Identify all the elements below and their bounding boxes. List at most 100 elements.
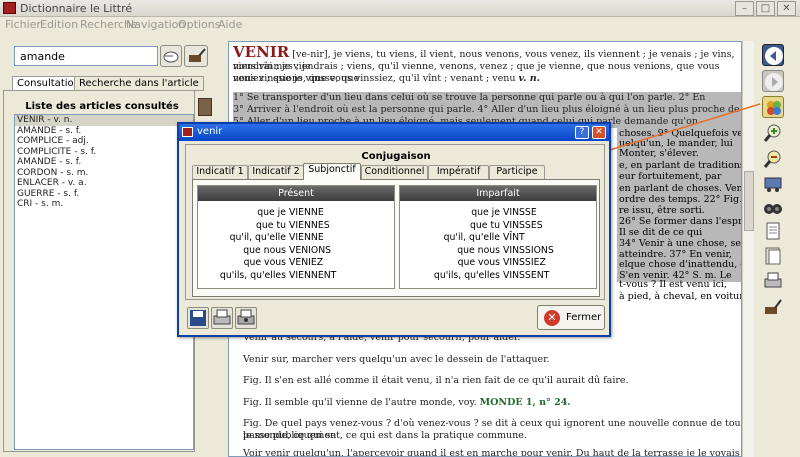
article-paragraph: Voir venir quelqu'un, l'apercevoir quand…	[243, 448, 740, 457]
conjugation-dialog: venir ? ✕ Conjugaison Indicatif 1 Indica…	[177, 122, 611, 337]
maximize-button[interactable]: □	[756, 1, 775, 16]
magnifier-plus-icon	[763, 124, 781, 142]
pronoun: qu'ils, qu'elles	[219, 269, 286, 281]
menu-fichier[interactable]: Fichier	[5, 18, 41, 31]
verb-form: VIENNE	[288, 232, 324, 243]
find-button[interactable]	[762, 196, 784, 218]
menu-navigation[interactable]: Navigation	[126, 18, 185, 31]
article-paragraph: Fig. Il semble qu'il vienne de l'autre m…	[243, 397, 477, 408]
pronoun: que tu	[255, 219, 286, 231]
search-input[interactable]: amande	[14, 46, 158, 66]
list-item[interactable]: AMANDE - s. f.	[15, 157, 193, 168]
article-paragraph: Fig. Il s'en est allé comme il était ven…	[243, 375, 629, 386]
verb-form: VIENNE	[288, 207, 324, 218]
print-preview-icon	[237, 309, 255, 325]
search-hand-button[interactable]	[160, 45, 182, 67]
zoom-in-button[interactable]	[762, 122, 784, 144]
scroll-thumb[interactable]	[744, 171, 754, 231]
list-item[interactable]: CORDON - s. m.	[15, 168, 193, 179]
tab-conditionnel[interactable]: Conditionnel	[361, 165, 428, 179]
conj-row: que tu VIENNES	[198, 220, 394, 233]
list-item[interactable]: VENIR - v. n.	[15, 115, 193, 126]
imparfait-table: Imparfait que je VINSSE que tu VINSSES q…	[399, 185, 597, 289]
save-button[interactable]	[187, 307, 209, 329]
menubar: Fichier Edition Recherche Navigation Opt…	[0, 17, 800, 33]
broom-icon	[189, 48, 206, 62]
article-line: t-vous ? Il est venu ici,	[619, 279, 728, 290]
print-preview-button[interactable]	[235, 307, 257, 329]
tab-imperatif[interactable]: Impératif	[428, 165, 489, 179]
cross-reference-link[interactable]: MONDE 1, n° 24.	[480, 397, 571, 408]
conj-row: que vous VINSSIEZ	[400, 257, 596, 270]
list-item[interactable]: COMPLICE - adj.	[15, 136, 193, 147]
pronoun: qu'il, qu'elle	[443, 232, 500, 243]
dialog-title: venir	[197, 126, 223, 137]
pronoun: que vous	[243, 257, 286, 268]
list-item[interactable]: COMPLICITE - s. f.	[15, 147, 193, 158]
forward-button[interactable]	[762, 70, 784, 92]
pronoun: que nous	[243, 244, 286, 256]
menu-edition[interactable]: Edition	[40, 18, 78, 31]
pages-icon	[765, 247, 781, 265]
article-paragraph: passe publiquement, ce qui est dans la p…	[243, 430, 527, 441]
verb-form: VENIONS	[288, 244, 332, 256]
dialog-close-button[interactable]: ✕	[592, 126, 606, 139]
cart-icon	[764, 177, 782, 192]
close-button[interactable]: ✕	[777, 1, 796, 16]
conj-row: que nous VENIONS	[198, 245, 394, 258]
consulted-articles-list[interactable]: VENIR - v. n. AMANDE - s. f. COMPLICE - …	[14, 114, 194, 450]
list-item[interactable]: ENLACER - v. a.	[15, 178, 193, 189]
tab-indicatif-1[interactable]: Indicatif 1	[192, 165, 248, 179]
menu-aide[interactable]: Aide	[218, 18, 242, 31]
verb-form: VINSSENT	[502, 269, 550, 281]
verb-form: VÎNT	[502, 232, 525, 243]
menu-options[interactable]: Options	[178, 18, 220, 31]
list-item[interactable]: GUERRE - s. f.	[15, 189, 193, 200]
zoom-out-button[interactable]	[762, 148, 784, 170]
verb-form: VINSSE	[502, 207, 537, 218]
list-title: Liste des articles consultés	[25, 101, 179, 112]
arrow-right-icon	[765, 73, 783, 91]
tab-participe[interactable]: Participe	[489, 165, 545, 179]
list-item[interactable]: AMANDE - s. f.	[15, 126, 193, 137]
conj-row: qu'ils, qu'elles VIENNENT	[198, 270, 394, 283]
document-icon	[766, 222, 780, 240]
conj-row: que tu VINSSES	[400, 220, 596, 233]
verb-form: VINSSES	[502, 219, 543, 231]
clear-search-button[interactable]	[184, 45, 208, 67]
minimize-button[interactable]: –	[735, 1, 754, 16]
basket-button[interactable]	[762, 172, 784, 194]
hand-icon	[163, 51, 179, 63]
pronoun: que tu	[469, 219, 500, 231]
tab-recherche-article[interactable]: Recherche dans l'article	[74, 76, 204, 91]
conjugation-button[interactable]	[762, 96, 784, 118]
list-item[interactable]: CRI - s. m.	[15, 199, 193, 210]
window-titlebar: Dictionnaire le Littré – □ ✕	[0, 0, 800, 17]
present-table: Présent que je VIENNE que tu VIENNES qu'…	[197, 185, 395, 289]
verb-form: VINSSIEZ	[502, 257, 546, 268]
conj-row: que je VINSSE	[400, 207, 596, 220]
help-button[interactable]: ?	[575, 126, 589, 139]
conj-row: que nous VINSSIONS	[400, 245, 596, 258]
tab-subjonctif[interactable]: Subjonctif	[303, 163, 361, 180]
print-dialog-button[interactable]	[211, 307, 233, 329]
floppy-icon	[190, 310, 206, 326]
tab-indicatif-2[interactable]: Indicatif 2	[248, 165, 304, 179]
close-icon: ✕	[544, 310, 560, 326]
notes-button[interactable]	[762, 220, 784, 242]
conj-row: que vous VENIEZ	[198, 257, 394, 270]
print-button[interactable]	[762, 270, 784, 292]
book-icon[interactable]	[198, 98, 212, 116]
fermer-button[interactable]: ✕ Fermer	[537, 305, 605, 330]
pronoun: qu'il, qu'elle	[229, 232, 286, 243]
clean-button[interactable]	[762, 296, 784, 318]
magnifier-minus-icon	[763, 150, 781, 168]
imparfait-header: Imparfait	[400, 186, 596, 201]
back-button[interactable]	[762, 44, 784, 66]
arrow-left-icon	[765, 47, 783, 65]
grammar-tag: v. n.	[518, 73, 540, 84]
window-title: Dictionnaire le Littré	[20, 2, 133, 15]
broom-icon	[765, 299, 782, 314]
pages-button[interactable]	[762, 245, 784, 267]
conj-row: qu'il, qu'elle VIENNE	[198, 232, 394, 245]
